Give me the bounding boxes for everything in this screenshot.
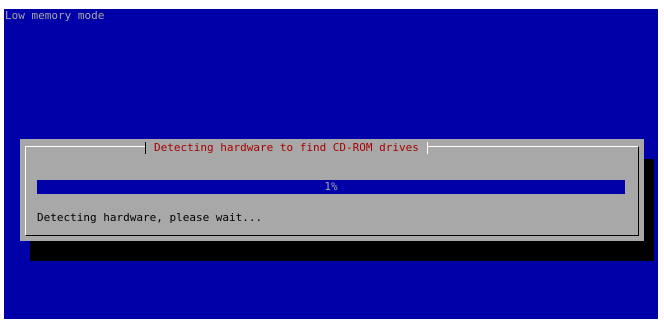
progress-percent-label: 1% <box>324 180 338 193</box>
installer-screen: Low memory mode Detecting hardware to fi… <box>4 9 658 319</box>
status-message: Detecting hardware, please wait... <box>37 211 263 224</box>
low-memory-mode-label: Low memory mode <box>5 9 105 22</box>
title-right-bracket <box>426 142 428 154</box>
hardware-detection-dialog: Detecting hardware to find CD-ROM drives… <box>20 139 644 241</box>
progress-bar: 1% <box>37 180 625 194</box>
dialog-title: Detecting hardware to find CD-ROM drives <box>154 141 419 154</box>
dialog-title-box: Detecting hardware to find CD-ROM drives <box>145 142 428 154</box>
